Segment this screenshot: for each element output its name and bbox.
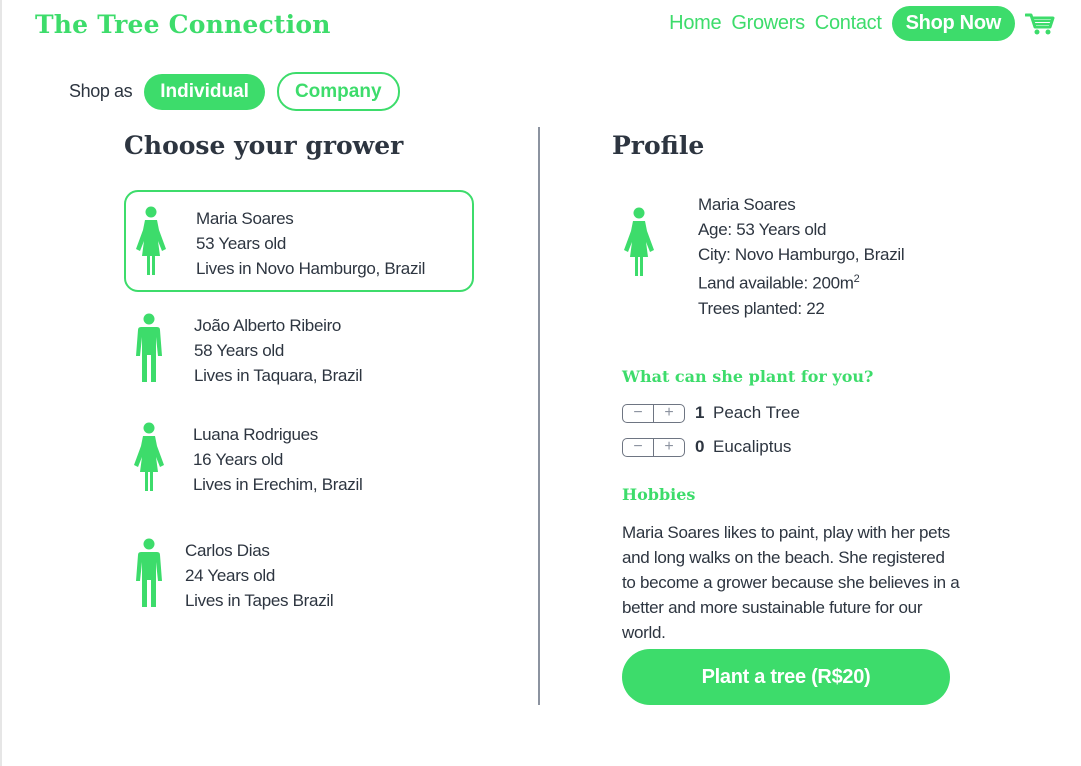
- male-person-icon: [136, 313, 162, 382]
- grower-card[interactable]: Maria Soares 53 Years old Lives in Novo …: [124, 190, 474, 292]
- grower-location: Lives in Tapes Brazil: [185, 591, 334, 610]
- main-nav: Home Growers Contact Shop Now: [669, 6, 1055, 41]
- shop-as-toggle: Shop as Individual Company: [69, 72, 400, 111]
- tree-quantity: 1: [695, 403, 705, 422]
- plant-heading: What can she plant for you?: [622, 367, 874, 386]
- grower-location: Lives in Taquara, Brazil: [194, 366, 363, 385]
- grower-info: Luana Rodrigues 16 Years old Lives in Er…: [193, 422, 363, 497]
- profile-info: Maria Soares Age: 53 Years old City: Nov…: [698, 192, 905, 321]
- grower-age: 16 Years old: [193, 450, 283, 469]
- tree-option-row: − + 1 Peach Tree: [622, 403, 800, 423]
- shop-as-label: Shop as: [69, 81, 133, 101]
- cart-icon[interactable]: [1024, 12, 1055, 36]
- grower-age: 58 Years old: [194, 341, 284, 360]
- grower-card[interactable]: Luana Rodrigues 16 Years old Lives in Er…: [124, 408, 474, 510]
- tree-name: Peach Tree: [713, 403, 800, 422]
- profile-land-value: Land available: 200m: [698, 273, 854, 293]
- grower-age: 53 Years old: [196, 234, 286, 253]
- nav-home[interactable]: Home: [669, 12, 721, 35]
- company-option[interactable]: Company: [276, 72, 400, 111]
- quantity-stepper: − +: [622, 437, 685, 457]
- nav-contact[interactable]: Contact: [815, 12, 882, 35]
- tree-option-row: − + 0 Eucaliptus: [622, 437, 791, 457]
- grower-name: Luana Rodrigues: [193, 425, 318, 444]
- grower-info: João Alberto Ribeiro 58 Years old Lives …: [194, 313, 363, 388]
- profile-age: Age: 53 Years old: [698, 220, 827, 239]
- hobbies-heading: Hobbies: [622, 485, 696, 504]
- column-divider: [538, 127, 540, 705]
- profile-name: Maria Soares: [698, 195, 796, 214]
- male-person-icon: [136, 538, 162, 607]
- page: The Tree Connection Home Growers Contact…: [0, 0, 1081, 766]
- nav-growers[interactable]: Growers: [731, 12, 805, 35]
- brand-logo[interactable]: The Tree Connection: [35, 10, 331, 39]
- shop-now-button[interactable]: Shop Now: [891, 6, 1015, 41]
- grower-name: João Alberto Ribeiro: [194, 316, 342, 335]
- female-person-icon: [136, 206, 166, 275]
- decrement-button[interactable]: −: [623, 405, 653, 422]
- grower-info: Carlos Dias 24 Years old Lives in Tapes …: [185, 538, 334, 613]
- grower-info: Maria Soares 53 Years old Lives in Novo …: [196, 206, 425, 281]
- individual-option[interactable]: Individual: [144, 73, 265, 110]
- hobbies-text: Maria Soares likes to paint, play with h…: [622, 523, 960, 642]
- profile-title: Profile: [612, 131, 705, 160]
- grower-name: Carlos Dias: [185, 541, 270, 560]
- grower-location: Lives in Novo Hamburgo, Brazil: [196, 259, 426, 278]
- tree-quantity: 0: [695, 437, 705, 456]
- tree-name: Eucaliptus: [713, 437, 792, 456]
- plant-tree-button[interactable]: Plant a tree (R$20): [622, 649, 950, 705]
- profile-land: Land available: 200m2: [698, 267, 904, 296]
- grower-card[interactable]: João Alberto Ribeiro 58 Years old Lives …: [124, 299, 474, 401]
- increment-button[interactable]: +: [653, 404, 684, 422]
- profile-trees: Trees planted: 22: [698, 298, 825, 318]
- female-person-icon: [134, 422, 164, 491]
- grower-name: Maria Soares: [196, 209, 294, 228]
- increment-button[interactable]: +: [653, 438, 684, 456]
- decrement-button[interactable]: −: [623, 439, 653, 456]
- female-person-icon: [624, 207, 654, 276]
- grower-location: Lives in Erechim, Brazil: [193, 475, 363, 494]
- grower-age: 24 Years old: [185, 566, 275, 585]
- grower-card[interactable]: Carlos Dias 24 Years old Lives in Tapes …: [124, 524, 474, 626]
- profile-city: City: Novo Hamburgo, Brazil: [698, 245, 905, 264]
- quantity-stepper: − +: [622, 403, 685, 423]
- profile-land-unit-sup: 2: [853, 273, 860, 285]
- growers-title: Choose your grower: [124, 131, 404, 160]
